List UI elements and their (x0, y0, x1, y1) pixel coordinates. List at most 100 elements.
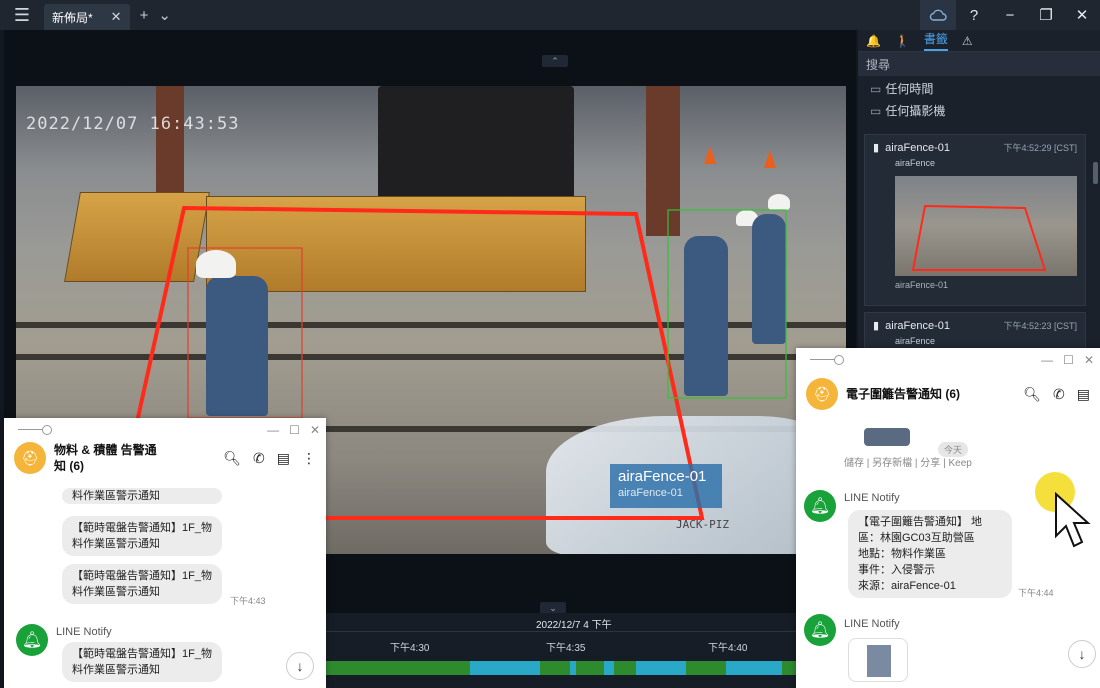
message-line: 【範時電盤告警通知】1F_物 (72, 522, 212, 534)
add-tab-icon[interactable]: + (140, 7, 149, 24)
card-sub: airaFence (895, 336, 936, 346)
restore-button[interactable]: ❐ (1028, 0, 1064, 30)
bell-icon: 🔔︎ (16, 624, 48, 656)
event-segment[interactable] (604, 661, 614, 675)
sender-name: LINE Notify (844, 492, 900, 504)
message-bubble: 【範時電盤告警通知】1F_物 料作業區警示通知 (62, 564, 222, 604)
tab-dropdown-icon[interactable]: ⌄ (158, 6, 171, 24)
filter-time[interactable]: ▭ 任何時間 (858, 76, 1100, 98)
maximize-icon[interactable]: ☐ (1063, 353, 1074, 367)
tick-label: 下午4:30 (390, 643, 430, 654)
bell-icon: 🔔︎ (804, 614, 836, 646)
tick-label: 下午4:40 (708, 643, 748, 654)
card-sub: airaFence (895, 158, 936, 168)
image-message[interactable] (848, 638, 908, 682)
card-time: 下午4:52:29 [CST] (1003, 143, 1077, 153)
message-bubble: 【範時電盤告警通知】1F_物 料作業區警示通知 (62, 516, 222, 556)
message-line: 【範時電盤告警通知】1F_物 (72, 570, 212, 582)
minimize-icon[interactable]: — (1041, 353, 1053, 367)
event-segment[interactable] (726, 661, 782, 675)
close-button[interactable]: ✕ (1064, 0, 1100, 30)
message-line: 料作業區警示通知 (72, 664, 160, 676)
card-name: airaFence-01 (885, 320, 950, 332)
bookmark-card[interactable]: ▮ airaFence-01 下午4:52:29 [CST] airaFence… (864, 134, 1086, 306)
tick-label: 下午4:35 (546, 643, 586, 654)
fence-label: airaFence-01 airaFence-01 (610, 464, 722, 508)
close-icon[interactable]: ✕ (1084, 353, 1094, 367)
tab-alerts[interactable]: ⚠ (962, 34, 973, 48)
search-field[interactable]: 搜尋 (858, 52, 1100, 76)
scroll-down-icon[interactable]: ↓ (1068, 640, 1096, 668)
minimize-button[interactable]: − (992, 0, 1028, 30)
message-line: 料作業區警示通知 (72, 538, 160, 550)
sender-name: LINE Notify (844, 618, 900, 630)
maximize-icon[interactable]: ☐ (289, 423, 300, 437)
mouse-cursor-icon (1055, 492, 1091, 548)
card-time: 下午4:52:23 [CST] (1003, 321, 1077, 331)
tab-close-icon[interactable]: ✕ (111, 9, 122, 25)
scrollbar[interactable] (1093, 162, 1098, 184)
fence-label-sub: airaFence-01 (618, 487, 683, 499)
card-name: airaFence-01 (885, 142, 950, 154)
card-thumbnail[interactable] (895, 176, 1077, 276)
line-chat-window: — ☐ ✕ ⛑ 物料 & 積體 告警通 知 (6) 🔍︎ ✆ ▤ ⋮ 料作業區警… (4, 418, 326, 688)
notes-icon[interactable]: ▤ (277, 450, 290, 467)
scroll-down-icon[interactable]: ↓ (286, 652, 314, 680)
equipment-marking: JACK-PIZ (676, 518, 729, 531)
notes-icon[interactable]: ▤ (1077, 386, 1090, 403)
more-icon[interactable]: ⋮ (302, 450, 316, 467)
cloud-icon[interactable] (920, 0, 956, 30)
message-line: 地點：物料作業區 (858, 548, 946, 560)
message-line: 事件：入侵警示 (858, 564, 935, 576)
message-line: 來源：airaFence-01 (858, 580, 956, 592)
tab-motion[interactable]: 🚶 (895, 34, 910, 48)
event-segment[interactable] (470, 661, 540, 675)
bookmark-icon: ▮ airaFence-01 (873, 320, 950, 332)
chat-title: 電子圍籬告警通知 (6) (846, 387, 961, 401)
person-box (667, 209, 787, 399)
collapse-up-icon[interactable]: ⌃ (542, 55, 568, 67)
fence-label-title: airaFence-01 (618, 468, 707, 485)
title-bar: ☰ 新佈局* ✕ + ⌄ ? − ❐ ✕ (0, 0, 1100, 30)
message-bubble: 【範時電盤告警通知】1F_物 料作業區警示通知 (62, 642, 222, 682)
filter-camera[interactable]: ▭ 任何攝影機 (858, 98, 1100, 120)
group-avatar-icon: ⛑ (14, 442, 46, 474)
app-window: ☰ 新佈局* ✕ + ⌄ ? − ❐ ✕ ⌃ 2022/12/07 16:43:… (0, 0, 1100, 688)
close-icon[interactable]: ✕ (310, 423, 320, 437)
message-time: 下午4:44 (1018, 588, 1054, 598)
sender-name: LINE Notify (56, 626, 112, 638)
opacity-slider[interactable] (18, 425, 52, 435)
tab-label: 新佈局* (52, 10, 93, 25)
message-line: 料作業區警示通知 (72, 586, 160, 598)
search-icon[interactable]: 🔍︎ (1023, 386, 1041, 403)
message-line: 【電子圍籬告警通知】 地 (858, 516, 983, 528)
timeline-date: 2022/12/7 4 下午 (536, 620, 612, 631)
message-time: 下午4:43 (230, 596, 266, 606)
phone-icon[interactable]: ✆ (253, 450, 265, 467)
chat-title-line2: 知 (6) (54, 459, 85, 473)
tab-bookmarks[interactable]: 書籤 (923, 30, 948, 51)
layout-tab[interactable]: 新佈局* ✕ (44, 4, 130, 30)
message-bubble: 料作業區警示通知 (62, 488, 222, 504)
phone-icon[interactable]: ✆ (1053, 386, 1065, 403)
bookmark-icon: ▮ airaFence-01 (873, 142, 950, 154)
bell-icon: 🔔︎ (804, 490, 836, 522)
panel-tabs: 🔔 🚶 書籤 ⚠ (858, 30, 1100, 52)
event-segment[interactable] (636, 661, 686, 675)
filter-camera-label: 任何攝影機 (885, 104, 946, 118)
help-button[interactable]: ? (956, 0, 992, 30)
message-line: 區：林園GC03互助營區 (858, 532, 975, 544)
hamburger-menu-icon[interactable]: ☰ (0, 0, 44, 30)
opacity-slider[interactable] (810, 355, 844, 365)
calendar-icon: ▭ (870, 82, 882, 96)
date-divider: 今天 (938, 442, 969, 457)
event-segment[interactable] (570, 661, 576, 675)
message-bubble: 【電子圍籬告警通知】 地 區：林園GC03互助營區 地點：物料作業區 事件：入侵… (848, 510, 1012, 598)
group-avatar-icon: ⛑ (806, 378, 838, 410)
person-box (187, 247, 303, 419)
tab-notifications[interactable]: 🔔 (866, 34, 881, 48)
image-thumbnail[interactable] (864, 428, 910, 446)
video-timestamp: 2022/12/07 16:43:53 (26, 114, 240, 134)
minimize-icon[interactable]: — (267, 423, 279, 437)
search-icon[interactable]: 🔍︎ (223, 450, 241, 467)
